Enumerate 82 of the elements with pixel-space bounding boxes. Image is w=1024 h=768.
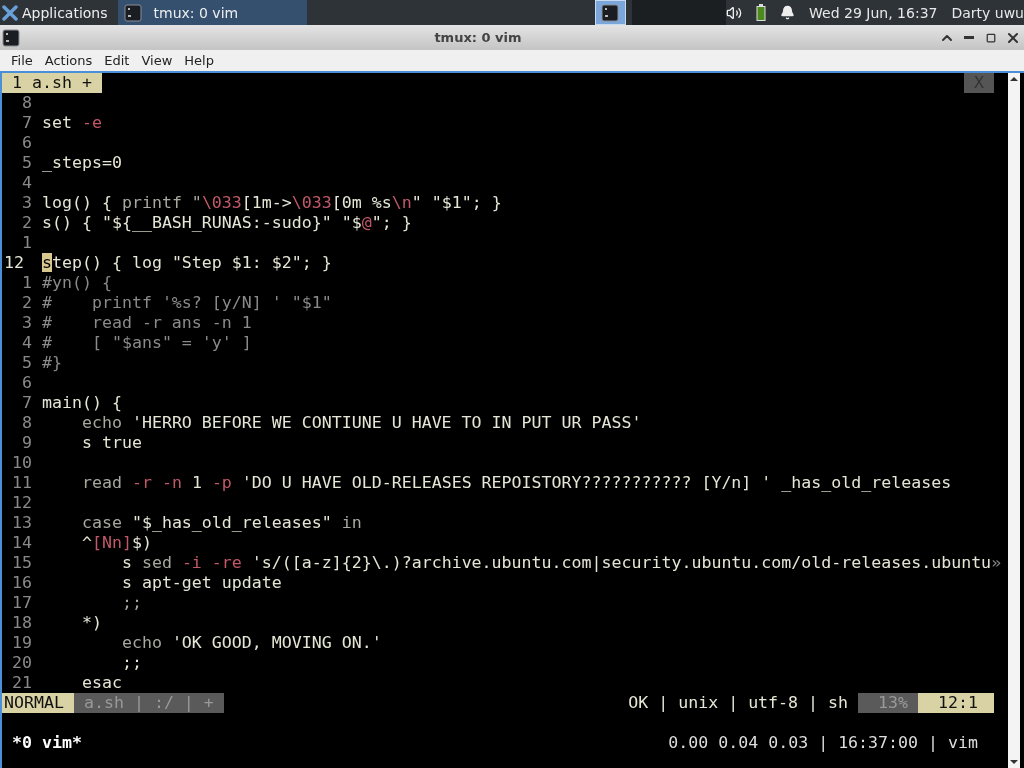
code-line: ^[Nn]$) <box>80 533 152 553</box>
line-number: 5 <box>21 153 33 173</box>
applications-menu[interactable]: Applications <box>0 0 112 25</box>
menu-item[interactable]: Edit <box>99 53 135 68</box>
code-line: ;; <box>120 593 142 613</box>
code-line: # read -r ans -n 1 <box>42 313 252 333</box>
tmux-status-info: 0.00 0.04 0.03 | 16:37:00 | vim <box>668 733 979 753</box>
x-logo-icon <box>2 4 18 21</box>
line-number: 17 <box>11 593 33 613</box>
code-line: s apt-get update <box>120 573 282 593</box>
code-line: step() { log "Step $1: $2"; } <box>42 253 332 273</box>
line-number: 4 <box>21 333 33 353</box>
code-line: #yn() { <box>42 273 112 293</box>
taskbar-button[interactable]: tmux: 0 vim <box>117 0 308 25</box>
line-number: 2 <box>21 293 33 313</box>
volume-icon[interactable] <box>726 4 743 21</box>
code-line: set -e <box>42 113 102 133</box>
code-line: case "$_has_old_releases" in <box>80 513 362 533</box>
code-line: echo 'OK GOOD, MOVING ON.' <box>120 633 382 653</box>
code-line: read -r -n 1 -p 'DO U HAVE OLD-RELEASES REPOISTORY??????????? [Y/n] ' _has_old_releases <box>80 473 952 493</box>
cursor-position: 12:1 <box>918 693 994 713</box>
line-number: 3 <box>21 313 33 333</box>
line-number: 21 <box>11 673 33 693</box>
line-number: 6 <box>21 133 33 153</box>
line-number: 4 <box>21 173 33 193</box>
menu-item[interactable]: Actions <box>39 53 98 68</box>
line-number: 7 <box>21 113 33 133</box>
minimize-icon <box>964 36 974 39</box>
terminal-launcher[interactable] <box>595 0 626 25</box>
notification-icon[interactable] <box>780 5 796 20</box>
terminal-icon <box>601 3 620 22</box>
line-number: 12 <box>11 493 33 513</box>
terminal-icon <box>123 3 142 22</box>
line-number: 3 <box>21 193 33 213</box>
line-number: 12 <box>3 253 25 273</box>
line-number: 1 <box>21 273 33 293</box>
line-number: 20 <box>11 653 33 673</box>
line-number: 11 <box>11 473 33 493</box>
maximize-icon <box>986 32 996 43</box>
line-number: 19 <box>11 633 33 653</box>
user-name[interactable]: Darty uwu <box>951 4 1024 21</box>
code-line: s sed -i -re 's/([a-z]{2}\.)?archive.ubuntu.com|security.ubuntu.com/old-releases.ubuntu» <box>120 553 1002 573</box>
line-number: 8 <box>21 93 33 113</box>
menu-item[interactable]: File <box>6 53 38 68</box>
code-line: s true <box>80 433 142 453</box>
line-number: 18 <box>11 613 33 633</box>
line-number: 9 <box>21 433 33 453</box>
window-terminal-icon <box>2 28 20 47</box>
line-number: 1 <box>21 233 33 253</box>
code-line: s() { "${__BASH_RUNAS:-sudo}" "$@"; } <box>42 213 412 233</box>
line-number: 5 <box>21 353 33 373</box>
scrollbar[interactable] <box>1008 73 1020 768</box>
menu-item[interactable]: View <box>136 53 178 68</box>
code-line: # [ "$ans" = 'y' ] <box>42 333 252 353</box>
code-line: main() { <box>42 393 122 413</box>
window-title: tmux: 0 vim <box>433 30 523 45</box>
line-number: 14 <box>11 533 33 553</box>
line-number: 10 <box>11 453 33 473</box>
line-number: 16 <box>11 573 33 593</box>
clock[interactable]: Wed 29 Jun, 16:37 <box>809 4 938 21</box>
code-line: echo 'HERRO BEFORE WE CONTIUNE U HAVE TO IN PUT UR PASS' <box>80 413 642 433</box>
file-format: OK | unix | utf-8 | sh <box>628 693 850 713</box>
line-number: 2 <box>21 213 33 233</box>
file-info: a.sh | :/ | + <box>73 693 224 713</box>
menu-item[interactable]: Help <box>179 53 219 68</box>
mode-indicator: NORMAL <box>2 693 74 713</box>
line-number: 6 <box>21 373 33 393</box>
code-line: log() { printf "\033[1m->\033[0m %s\n" "$1"; } <box>42 193 502 213</box>
vim-tab[interactable]: 1 a.sh + <box>2 73 102 93</box>
line-number: 15 <box>11 553 33 573</box>
code-line: _steps=0 <box>42 153 122 173</box>
line-number: 7 <box>21 393 33 413</box>
code-line: #} <box>42 353 62 373</box>
line-number: 8 <box>21 413 33 433</box>
code-line: esac <box>80 673 122 693</box>
code-line: *) <box>80 613 102 633</box>
code-line: ;; <box>120 653 142 673</box>
scroll-percent: 13% <box>858 693 919 713</box>
tmux-window-list: *0 vim* <box>2 733 82 753</box>
line-number: 13 <box>11 513 33 533</box>
code-line: # printf '%s? [y/N] ' "$1" <box>42 293 332 313</box>
battery-icon[interactable] <box>756 4 767 21</box>
